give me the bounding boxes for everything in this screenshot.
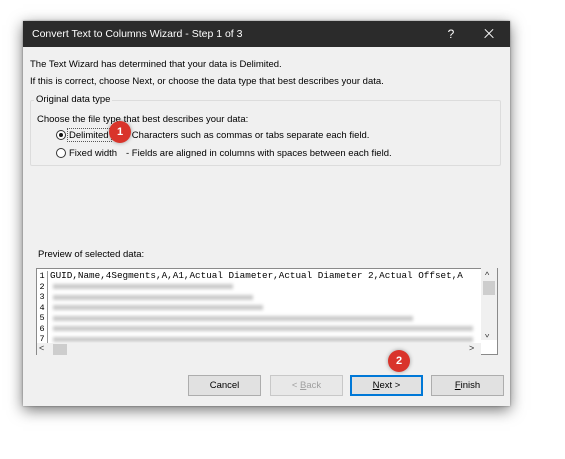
vertical-scrollbar[interactable]: ^ ^ (481, 268, 497, 340)
fixed-width-label[interactable]: Fixed width (69, 148, 117, 159)
close-icon[interactable] (478, 23, 500, 45)
scroll-down-icon[interactable]: ^ (485, 329, 489, 339)
horizontal-scrollbar[interactable]: < > (37, 343, 481, 356)
fixed-width-radio[interactable] (56, 148, 66, 158)
intro-line-1: The Text Wizard has determined that your… (30, 59, 282, 70)
row-number: 6 (37, 323, 48, 334)
back-prefix: < (291, 380, 301, 391)
intro-line-2: If this is correct, choose Next, or choo… (30, 76, 384, 87)
blurred-row (53, 294, 253, 300)
window-title: Convert Text to Columns Wizard - Step 1 … (32, 28, 243, 40)
next-key: N (372, 380, 380, 391)
blurred-row (53, 305, 263, 310)
group-legend: Original data type (34, 94, 113, 105)
back-button[interactable]: < Back (270, 375, 343, 396)
help-button[interactable]: ? (440, 23, 462, 45)
title-bar: Convert Text to Columns Wizard - Step 1 … (23, 21, 510, 47)
delimited-label[interactable]: Delimited (69, 130, 109, 141)
row-number: 5 (37, 313, 48, 324)
cancel-label: Cancel (209, 380, 240, 391)
data-preview[interactable]: 1 GUID,Name,4Segments,A,A1,Actual Diamet… (36, 268, 498, 355)
next-label: ext > (379, 380, 401, 391)
row-number: 2 (37, 281, 48, 292)
row-number: 4 (37, 302, 48, 313)
horizontal-scroll-thumb[interactable] (53, 344, 67, 355)
delimited-description: - Characters such as commas or tabs sepa… (126, 130, 370, 141)
annotation-badge-2: 2 (388, 350, 410, 372)
fixed-width-description: - Fields are aligned in columns with spa… (126, 148, 392, 159)
file-type-prompt: Choose the file type that best describes… (37, 114, 249, 125)
wizard-dialog: Convert Text to Columns Wizard - Step 1 … (23, 21, 510, 406)
finish-label: inish (460, 380, 481, 391)
delimited-radio[interactable] (56, 130, 66, 140)
preview-label: Preview of selected data: (38, 249, 145, 260)
cancel-button[interactable]: Cancel (188, 375, 261, 396)
scroll-left-icon[interactable]: < (39, 343, 44, 353)
back-label: ack (306, 380, 322, 391)
blurred-row (53, 284, 233, 289)
finish-button[interactable]: Finish (431, 375, 504, 396)
blurred-row (53, 315, 413, 321)
vertical-scroll-thumb[interactable] (483, 281, 495, 295)
blurred-row (53, 326, 473, 331)
scroll-up-icon[interactable]: ^ (485, 270, 489, 280)
annotation-badge-1: 1 (109, 121, 131, 143)
row-number: 1 (37, 271, 48, 282)
scroll-right-icon[interactable]: > (469, 343, 474, 353)
row-number: 3 (37, 292, 48, 303)
blurred-row (53, 336, 473, 342)
next-button[interactable]: Next > (350, 375, 423, 396)
preview-row: GUID,Name,4Segments,A,A1,Actual Diameter… (50, 270, 463, 281)
